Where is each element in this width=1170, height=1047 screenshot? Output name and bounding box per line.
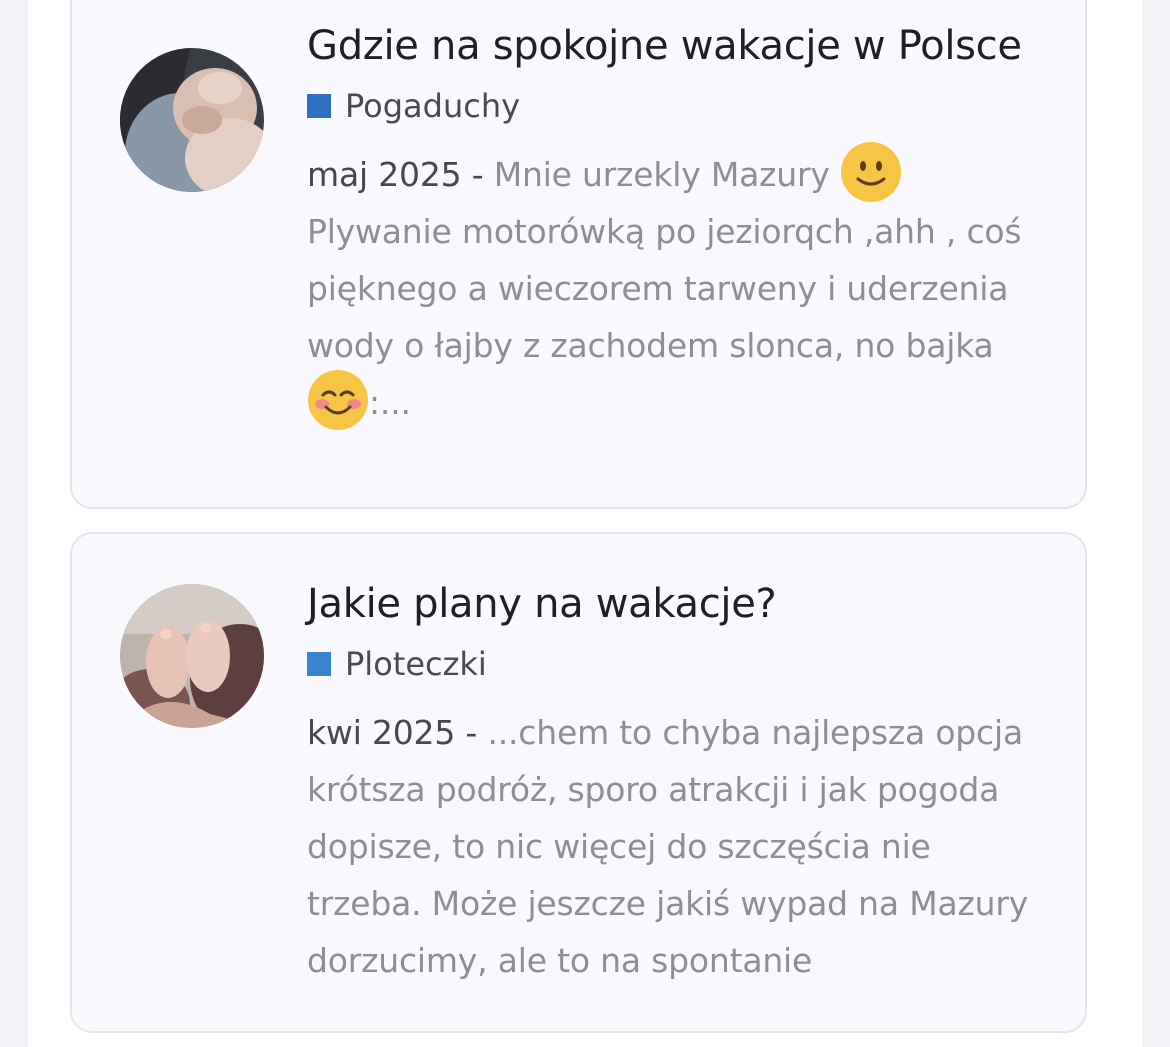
slightly-smiling-face-icon — [840, 141, 902, 203]
category-tag[interactable]: Pogaduchy — [307, 86, 1045, 126]
post-snippet: maj 2025 - Mnie urzekly Mazury Plywanie … — [307, 141, 1045, 431]
post-content: Gdzie na spokojne wakacje w Polsce Pogad… — [307, 20, 1045, 431]
post-date: kwi 2025 - — [307, 713, 488, 752]
post-card[interactable]: Jakie plany na wakacje? Ploteczki kwi 20… — [70, 532, 1087, 1033]
category-square-icon — [307, 652, 331, 676]
avatar[interactable] — [120, 48, 264, 192]
snippet-text: Mnie urzekly Mazury — [493, 155, 840, 194]
post-content: Jakie plany na wakacje? Ploteczki kwi 20… — [307, 578, 1045, 989]
category-tag[interactable]: Ploteczki — [307, 644, 1045, 684]
post-title[interactable]: Jakie plany na wakacje? — [307, 578, 1045, 630]
category-label: Pogaduchy — [345, 87, 521, 125]
snippet-ellipsis: :... — [369, 383, 411, 422]
post-title[interactable]: Gdzie na spokojne wakacje w Polsce — [307, 20, 1045, 72]
category-label: Ploteczki — [345, 645, 487, 683]
snippet-text: ...chem to chyba najlepsza opcja krótsza… — [307, 713, 1029, 980]
smiling-face-with-blush-icon — [307, 369, 369, 431]
snippet-text: Plywanie motorówką po jeziorqch ,ahh , c… — [307, 212, 1022, 365]
post-card[interactable]: Gdzie na spokojne wakacje w Polsce Pogad… — [70, 0, 1087, 509]
category-square-icon — [307, 94, 331, 118]
avatar-baby-photo — [120, 48, 264, 192]
avatar-baby-feet-photo — [120, 584, 264, 728]
avatar[interactable] — [120, 584, 264, 728]
post-snippet: kwi 2025 - ...chem to chyba najlepsza op… — [307, 704, 1045, 989]
post-date: maj 2025 - — [307, 155, 494, 194]
